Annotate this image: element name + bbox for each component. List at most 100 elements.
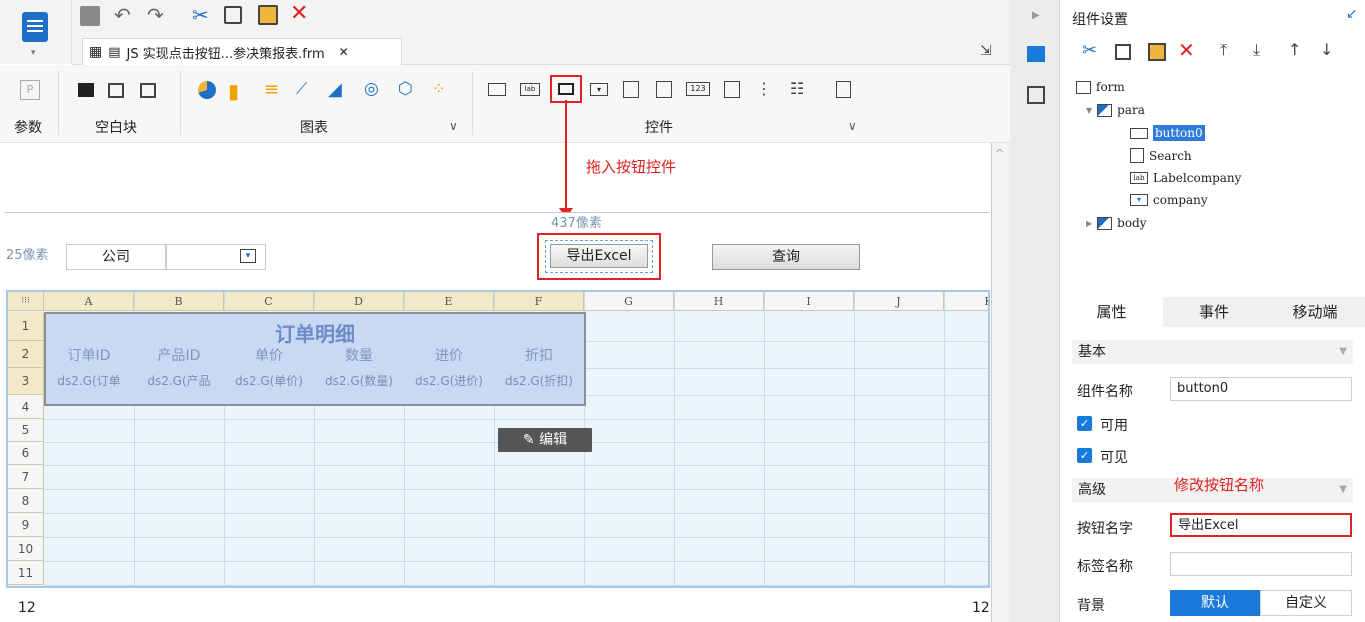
column-header[interactable]: D	[314, 292, 404, 311]
row-header[interactable]: 4	[8, 395, 44, 419]
button-control-icon[interactable]	[550, 75, 582, 103]
move-up-icon[interactable]: ↑	[1288, 40, 1301, 59]
tree-company[interactable]: ▾ company	[1130, 193, 1208, 207]
header-cell[interactable]: 折扣	[494, 345, 584, 365]
grid-corner[interactable]: ⁝⁝⁝	[8, 292, 44, 311]
column-header[interactable]: K	[944, 292, 988, 311]
tree-para[interactable]: ▼ para	[1086, 103, 1145, 117]
row-header[interactable]: 6	[8, 442, 44, 465]
formula-cell[interactable]: ds2.G(数量)	[314, 372, 404, 389]
tab-properties[interactable]: 属性	[1060, 297, 1163, 327]
list-control-icon[interactable]	[724, 81, 740, 98]
radio-control-icon[interactable]: ⋮	[756, 79, 772, 98]
tab-mobile[interactable]: 移动端	[1265, 297, 1365, 327]
cut-icon[interactable]: ✂	[192, 3, 209, 27]
visible-checkbox[interactable]: ✓	[1077, 448, 1092, 463]
checkbox-control-icon[interactable]: ☷	[790, 79, 804, 98]
gauge-chart-icon[interactable]: ◎	[364, 79, 379, 99]
header-cell[interactable]: 产品ID	[134, 345, 224, 365]
date-control-icon[interactable]	[623, 81, 639, 98]
cut-icon[interactable]: ✂	[1082, 40, 1097, 61]
column-header[interactable]: H	[674, 292, 764, 311]
query-button[interactable]: 查询	[712, 244, 860, 270]
tree-labelcompany[interactable]: lab Labelcompany	[1130, 171, 1241, 185]
textbox-control-icon[interactable]	[488, 83, 506, 96]
component-settings-icon[interactable]	[1027, 46, 1045, 62]
scatter-chart-icon[interactable]: ⁘	[432, 79, 445, 98]
tab-events[interactable]: 事件	[1163, 297, 1265, 327]
number-control-icon[interactable]: 123	[686, 82, 710, 96]
grid-block-icon[interactable]	[140, 83, 156, 98]
background-custom-button[interactable]: 自定义	[1260, 590, 1352, 616]
column-header[interactable]: A	[44, 292, 134, 311]
row-header[interactable]: 8	[8, 489, 44, 513]
move-top-icon[interactable]: ⤒	[1220, 40, 1227, 60]
row-header[interactable]: 1	[8, 312, 44, 341]
row-header[interactable]: 11	[8, 561, 44, 585]
title-cell[interactable]: 订单明细	[46, 318, 584, 347]
copy-icon[interactable]	[224, 6, 242, 24]
tree-body[interactable]: ▶ body	[1086, 216, 1147, 230]
tag-name-input[interactable]	[1170, 552, 1352, 576]
area-chart-icon[interactable]: ◢	[328, 79, 342, 100]
formula-cell[interactable]: ds2.G(产品	[134, 372, 224, 389]
column-header[interactable]: C	[224, 292, 314, 311]
row-header[interactable]: 2	[8, 341, 44, 368]
stacked-bar-icon[interactable]: ≡	[264, 79, 279, 100]
pie-chart-icon[interactable]	[198, 81, 216, 99]
column-header[interactable]: G	[584, 292, 674, 311]
move-down-icon[interactable]: ↓	[1320, 40, 1333, 59]
tree-form[interactable]: form	[1076, 80, 1125, 94]
combobox-control-icon[interactable]: ▾	[590, 83, 608, 96]
header-cell[interactable]: 数量	[314, 345, 404, 365]
radar-chart-icon[interactable]: ⬡	[398, 79, 413, 99]
row-header[interactable]: 7	[8, 465, 44, 489]
vertical-scrollbar[interactable]: ^	[992, 143, 1010, 622]
formula-cell[interactable]: ds2.G(折扣)	[494, 372, 584, 389]
header-cell[interactable]: 订单ID	[44, 345, 134, 365]
formula-cell[interactable]: ds2.G(订单	[44, 372, 134, 389]
background-default-button[interactable]: 默认	[1170, 590, 1260, 616]
delete-icon[interactable]: ✕	[290, 1, 308, 26]
calendar-control-icon[interactable]	[656, 81, 672, 98]
label-control-icon[interactable]: lab	[520, 83, 540, 96]
formula-cell[interactable]: ds2.G(单价)	[224, 372, 314, 389]
copy-icon[interactable]	[1115, 44, 1131, 60]
move-bottom-icon[interactable]: ⤓	[1253, 40, 1260, 60]
tab-menu-icon[interactable]: ⇲	[980, 43, 992, 59]
column-header[interactable]: E	[404, 292, 494, 311]
delete-icon[interactable]: ✕	[1178, 38, 1195, 62]
column-header[interactable]: F	[494, 292, 584, 311]
pin-icon[interactable]: ↙	[1346, 6, 1358, 22]
save-icon[interactable]	[80, 6, 100, 26]
row-header[interactable]: 10	[8, 537, 44, 561]
param-icon[interactable]: P	[20, 80, 40, 100]
expand-arrow-icon[interactable]: ▼	[1086, 106, 1092, 115]
component-name-input[interactable]: button0	[1170, 377, 1352, 401]
expand-arrow-icon[interactable]: ▶	[1086, 219, 1092, 228]
template-icon[interactable]	[22, 12, 48, 42]
collapse-arrow-icon[interactable]: ▶	[1032, 10, 1040, 21]
paste-icon[interactable]	[1148, 43, 1166, 61]
line-chart-icon[interactable]: ⟋	[296, 79, 307, 99]
tree-button0[interactable]: button0	[1130, 125, 1205, 141]
dropdown-arrow-icon[interactable]: ▾	[31, 48, 36, 58]
chart-expand-icon[interactable]: ∨	[449, 119, 458, 133]
edit-button[interactable]: ✎ 编辑	[498, 428, 592, 452]
undo-icon[interactable]: ↶	[114, 3, 131, 27]
button-name-input[interactable]: 导出Excel	[1170, 513, 1352, 537]
column-header[interactable]: J	[854, 292, 944, 311]
column-header[interactable]: I	[764, 292, 854, 311]
combobox-arrow-icon[interactable]: ▾	[240, 249, 256, 263]
formula-cell[interactable]: ds2.G(进价)	[404, 372, 494, 389]
split-block-icon[interactable]	[108, 83, 124, 98]
export-excel-button[interactable]: 导出Excel	[550, 244, 648, 268]
header-cell[interactable]: 进价	[404, 345, 494, 365]
tree-search[interactable]: Search	[1130, 148, 1192, 163]
control-expand-icon[interactable]: ∨	[848, 119, 857, 133]
enabled-checkbox[interactable]: ✓	[1077, 416, 1092, 431]
row-header[interactable]: 9	[8, 513, 44, 537]
row-header[interactable]: 5	[8, 419, 44, 442]
tab-file[interactable]: ▦ ▤ JS 实现点击按钮...参决策报表.frm ✕	[82, 38, 402, 65]
row-header[interactable]: 3	[8, 368, 44, 395]
